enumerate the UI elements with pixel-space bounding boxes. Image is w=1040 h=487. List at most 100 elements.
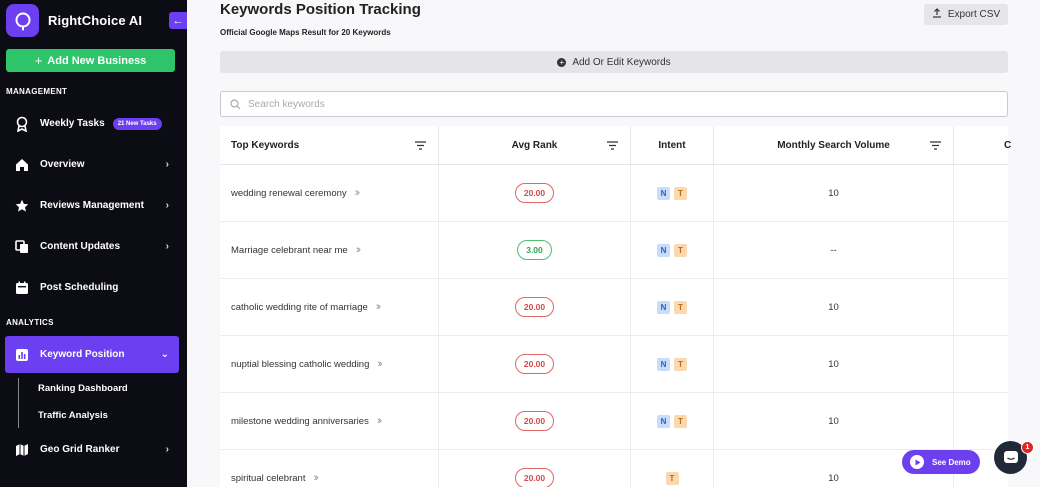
volume-cell: 10 <box>714 393 954 449</box>
sidebar-subitem-traffic-analysis[interactable]: Traffic Analysis <box>38 410 108 421</box>
keywords-table: Top Keywords Avg Rank Intent Monthly Sea… <box>220 126 1012 487</box>
table-row[interactable]: milestone wedding anniversaries ›› 20.00… <box>220 393 1008 450</box>
double-chevron-right-icon[interactable]: ›› <box>356 244 362 256</box>
plus-circle-icon: + <box>557 57 567 67</box>
filter-icon[interactable] <box>415 141 426 150</box>
double-chevron-right-icon[interactable]: ›› <box>355 187 361 199</box>
table-row[interactable]: catholic wedding rite of marriage ›› 20.… <box>220 279 1008 336</box>
table-row[interactable]: wedding renewal ceremony ›› 20.00 NT 10 <box>220 165 1008 222</box>
section-label-management: MANAGEMENT <box>6 87 68 96</box>
see-demo-button[interactable]: See Demo <box>902 450 980 474</box>
chevron-right-icon: › <box>165 159 169 170</box>
sidebar-item-reviews-management[interactable]: Reviews Management › <box>5 187 179 224</box>
table-row[interactable]: spiritual celebrant ›› 20.00 T 10 <box>220 450 1008 487</box>
intent-tag-n: N <box>657 357 670 371</box>
avg-rank-cell: 20.00 <box>439 450 631 487</box>
sidebar-item-label: Content Updates <box>40 241 120 252</box>
sidebar-item-post-scheduling[interactable]: Post Scheduling <box>5 269 179 306</box>
intent-tag-n: N <box>657 300 670 314</box>
sidebar-item-label: Post Scheduling <box>40 282 119 293</box>
volume-text: 10 <box>828 301 839 313</box>
sidebar-item-weekly-tasks[interactable]: Weekly Tasks 21 New Tasks <box>5 105 179 142</box>
double-chevron-right-icon[interactable]: ›› <box>313 472 319 484</box>
table-row[interactable]: Marriage celebrant near me ›› 3.00 NT -- <box>220 222 1008 279</box>
sidebar-item-label: Weekly Tasks <box>40 118 105 129</box>
see-demo-label: See Demo <box>932 457 971 467</box>
chevron-right-icon: › <box>165 241 169 252</box>
sidebar-item-geo-grid-ranker[interactable]: Geo Grid Ranker › <box>5 431 179 468</box>
plus-icon: + <box>34 53 43 68</box>
intent-tag-t: T <box>674 300 687 314</box>
rank-badge: 20.00 <box>514 468 555 487</box>
export-csv-label: Export CSV <box>947 9 1001 20</box>
avg-rank-cell: 3.00 <box>439 222 631 278</box>
sidebar-item-label: Overview <box>40 159 85 170</box>
intent-cell: NT <box>631 279 714 335</box>
submenu-line <box>18 378 19 428</box>
main-content: Keywords Position Tracking Official Goog… <box>187 0 1040 487</box>
rank-badge: 20.00 <box>514 297 555 317</box>
new-tasks-badge: 21 New Tasks <box>112 117 162 130</box>
chevron-down-icon: ⌄ <box>160 349 169 360</box>
avg-rank-cell: 20.00 <box>439 279 631 335</box>
volume-text: 10 <box>828 187 839 199</box>
keyword-text: milestone wedding anniversaries <box>231 415 369 427</box>
intent-tag-t: T <box>665 471 679 485</box>
intent-cell: NT <box>631 336 714 392</box>
sidebar-item-label: Geo Grid Ranker <box>40 444 120 455</box>
chat-icon <box>1003 450 1018 463</box>
intent-tag-n: N <box>657 243 670 257</box>
column-header-top-keywords[interactable]: Top Keywords <box>220 126 439 165</box>
award-icon <box>11 116 33 132</box>
keyword-cell[interactable]: wedding renewal ceremony ›› <box>220 165 439 221</box>
intent-cell: NT <box>631 393 714 449</box>
column-header-label: Monthly Search Volume <box>777 140 890 151</box>
filter-icon[interactable] <box>607 141 618 150</box>
column-header-label: C <box>1004 140 1012 151</box>
keyword-cell[interactable]: spiritual celebrant ›› <box>220 450 439 487</box>
home-icon <box>11 158 33 172</box>
truncated-cell <box>954 222 1008 278</box>
keyword-cell[interactable]: nuptial blessing catholic wedding ›› <box>220 336 439 392</box>
volume-cell: 10 <box>714 336 954 392</box>
sidebar-item-label: Keyword Position <box>40 349 125 360</box>
intent-tag-t: T <box>674 357 687 371</box>
column-header-truncated: C <box>954 126 1012 165</box>
column-header-label: Avg Rank <box>511 140 558 151</box>
truncated-cell <box>954 336 1008 392</box>
search-box[interactable] <box>220 91 1008 117</box>
add-new-business-button[interactable]: + Add New Business <box>6 49 175 72</box>
add-edit-keywords-label: Add Or Edit Keywords <box>572 56 671 68</box>
intent-tag-n: N <box>657 414 670 428</box>
search-input[interactable] <box>248 98 948 110</box>
keyword-text: spiritual celebrant <box>231 472 306 484</box>
intent-tag-t: T <box>674 243 687 257</box>
add-edit-keywords-button[interactable]: + Add Or Edit Keywords <box>220 51 1008 73</box>
filter-icon[interactable] <box>930 141 941 150</box>
truncated-cell <box>954 393 1008 449</box>
avg-rank-cell: 20.00 <box>439 393 631 449</box>
keyword-cell[interactable]: catholic wedding rite of marriage ›› <box>220 279 439 335</box>
double-chevron-right-icon[interactable]: ›› <box>376 301 382 313</box>
column-header-monthly-search-volume[interactable]: Monthly Search Volume <box>714 126 954 165</box>
table-row[interactable]: nuptial blessing catholic wedding ›› 20.… <box>220 336 1008 393</box>
keyword-cell[interactable]: milestone wedding anniversaries ›› <box>220 393 439 449</box>
rank-badge: 20.00 <box>514 354 555 374</box>
double-chevron-right-icon[interactable]: ›› <box>377 358 383 370</box>
volume-text: 10 <box>828 415 839 427</box>
sidebar-subitem-ranking-dashboard[interactable]: Ranking Dashboard <box>38 383 128 394</box>
keyword-cell[interactable]: Marriage celebrant near me ›› <box>220 222 439 278</box>
map-icon <box>11 443 33 457</box>
sidebar-item-content-updates[interactable]: Content Updates › <box>5 228 179 265</box>
double-chevron-right-icon[interactable]: ›› <box>377 415 383 427</box>
export-csv-button[interactable]: Export CSV <box>924 4 1008 25</box>
sidebar-item-overview[interactable]: Overview › <box>5 146 179 183</box>
copy-icon <box>11 239 33 254</box>
rank-badge: 3.00 <box>517 240 552 260</box>
collapse-sidebar-button[interactable]: ← <box>169 12 187 29</box>
column-header-avg-rank[interactable]: Avg Rank <box>439 126 631 165</box>
brand[interactable]: RightChoice AI <box>6 4 142 37</box>
star-icon <box>11 199 33 213</box>
sidebar-item-keyword-position[interactable]: Keyword Position ⌄ <box>5 336 179 373</box>
truncated-cell <box>954 279 1008 335</box>
